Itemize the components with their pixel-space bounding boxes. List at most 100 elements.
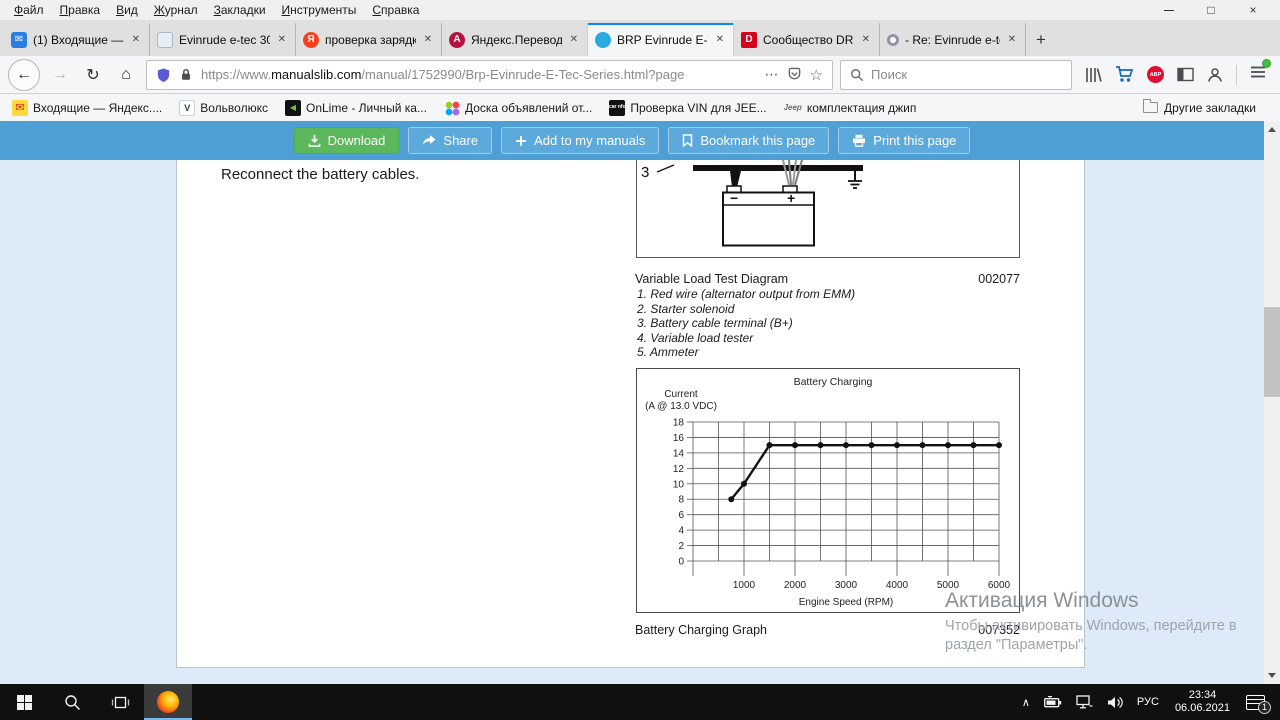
account-icon[interactable]: [1207, 67, 1223, 83]
tab[interactable]: Япроверка зарядки акб е✕: [296, 23, 442, 56]
menu-hamburger-icon[interactable]: [1250, 65, 1266, 84]
tab-close-button[interactable]: ✕: [422, 33, 434, 46]
plus-icon: [515, 135, 527, 147]
manualslib-icon: [595, 32, 611, 48]
bookmark-item[interactable]: car nfoПроверка VIN для JEE...: [609, 100, 766, 116]
language-indicator[interactable]: РУС: [1130, 684, 1166, 720]
svg-text:(A @ 13.0 VDC): (A @ 13.0 VDC): [645, 401, 717, 412]
svg-text:4000: 4000: [886, 580, 909, 591]
svg-text:4: 4: [678, 526, 684, 537]
menu-item[interactable]: Инструменты: [274, 1, 365, 19]
taskbar-clock[interactable]: 23:34 06.06.2021: [1166, 684, 1239, 720]
tab-label: Сообщество DRIVE2 Во: [763, 33, 854, 47]
share-icon: [422, 135, 436, 147]
tab-close-button[interactable]: ✕: [714, 33, 726, 46]
close-button[interactable]: ×: [1232, 0, 1274, 20]
bookmark-label: Проверка VIN для JEE...: [630, 101, 766, 115]
menu-item[interactable]: Закладки: [206, 1, 274, 19]
minimize-button[interactable]: [1148, 0, 1190, 20]
tab-strip: ✉(1) Входящие — Рамбле✕Evinrude e-tec 30…: [4, 23, 1026, 56]
diagram-legend: 1. Red wire (alternator output from EMM)…: [637, 287, 855, 360]
tab[interactable]: АЯндекс.Переводчик – с✕: [442, 23, 588, 56]
tab[interactable]: - Re: Evinrude e-tec 30 н✕: [880, 23, 1026, 56]
battery-icon[interactable]: [1037, 684, 1069, 720]
scrollbar-up-arrow[interactable]: [1268, 127, 1276, 132]
library-icon[interactable]: [1085, 67, 1102, 83]
url-path: /manual/1752990/Brp-Evinrude-E-Tec-Serie…: [361, 67, 684, 82]
tab-label: (1) Входящие — Рамбле: [33, 33, 124, 47]
reload-button[interactable]: ↻: [80, 62, 106, 88]
yamail-icon: ✉: [12, 100, 28, 116]
menu-bar: ФайлПравкаВидЖурналЗакладкиИнструментыСп…: [0, 0, 1280, 20]
graph-caption: Battery Charging Graph: [635, 623, 767, 637]
tracking-protection-shield-icon[interactable]: [156, 67, 171, 83]
sidebar-icon[interactable]: [1177, 67, 1194, 82]
start-button[interactable]: [0, 684, 48, 720]
search-input[interactable]: [871, 67, 1062, 82]
add-to-manuals-button[interactable]: Add to my manuals: [501, 127, 659, 154]
svg-text:18: 18: [673, 418, 685, 429]
graph-caption-row: Battery Charging Graph 007352: [635, 623, 1020, 637]
task-view-button[interactable]: [96, 684, 144, 720]
notification-icon: 1: [1246, 695, 1265, 710]
tab[interactable]: ✉ (1) Входящие — Рамбле ✕: [4, 23, 150, 56]
variable-load-test-diagram: 3 − +: [636, 160, 1020, 258]
system-tray: ∧ РУ: [1015, 684, 1280, 720]
search-box[interactable]: [840, 60, 1072, 90]
tab-close-button[interactable]: ✕: [1006, 33, 1018, 46]
bookmark-item[interactable]: VВольволюкс: [179, 100, 268, 116]
windows-taskbar: ∧ РУ: [0, 684, 1280, 720]
bookmark-page-label: Bookmark this page: [700, 133, 815, 148]
url-domain: manualslib.com: [271, 67, 361, 82]
forward-button[interactable]: →: [47, 62, 73, 88]
other-bookmarks-button[interactable]: Другие закладки: [1143, 101, 1256, 115]
translate-icon: А: [449, 32, 465, 48]
tray-chevron-icon[interactable]: ∧: [1015, 684, 1037, 720]
taskbar-search-button[interactable]: [48, 684, 96, 720]
menu-item[interactable]: Вид: [108, 1, 146, 19]
tab-close-button[interactable]: ✕: [860, 33, 872, 46]
bookmark-page-button[interactable]: Bookmark this page: [668, 127, 829, 154]
page-actions-icon[interactable]: ⋯: [765, 66, 779, 83]
menu-item[interactable]: Правка: [52, 1, 109, 19]
menu-item[interactable]: Файл: [6, 1, 52, 19]
taskbar-firefox-button[interactable]: [144, 684, 192, 720]
action-center-button[interactable]: 1: [1239, 684, 1280, 720]
adblock-icon[interactable]: ABP: [1147, 66, 1164, 83]
svg-text:8: 8: [678, 495, 684, 506]
scrollbar-down-arrow[interactable]: [1268, 673, 1276, 678]
navigation-toolbar: ← → ↻ ⌂ https://www.manualslib.com/manua…: [0, 56, 1280, 94]
cart-icon[interactable]: [1115, 66, 1134, 83]
back-button[interactable]: ←: [8, 59, 40, 91]
tab[interactable]: BRP Evinrude E-TEC Seri✕: [588, 23, 734, 56]
vertical-scrollbar[interactable]: [1264, 121, 1280, 684]
tab[interactable]: DСообщество DRIVE2 Во✕: [734, 23, 880, 56]
url-bar[interactable]: https://www.manualslib.com/manual/175299…: [146, 60, 833, 90]
firefox-icon: [157, 691, 179, 713]
network-icon[interactable]: [1069, 684, 1100, 720]
maximize-button[interactable]: □: [1190, 0, 1232, 20]
volume-icon[interactable]: [1100, 684, 1130, 720]
bookmark-item[interactable]: Jeepкомплектация джип: [784, 100, 917, 116]
bookmark-star-icon[interactable]: ☆: [810, 66, 823, 84]
tab-close-button[interactable]: ✕: [568, 33, 580, 46]
tab[interactable]: Evinrude e-tec 30 напря✕: [150, 23, 296, 56]
mail-icon: ✉: [11, 32, 27, 48]
download-button[interactable]: Download: [294, 127, 400, 154]
menu-item[interactable]: Справка: [364, 1, 427, 19]
new-tab-button[interactable]: +: [1026, 23, 1056, 56]
scrollbar-thumb[interactable]: [1264, 307, 1280, 397]
bookmark-item[interactable]: ✉Входящие — Яндекс....: [12, 100, 162, 116]
toolbar-divider: [1236, 65, 1237, 85]
print-page-button[interactable]: Print this page: [838, 127, 970, 154]
home-button[interactable]: ⌂: [113, 62, 139, 88]
menu-item[interactable]: Журнал: [146, 1, 206, 19]
toolbar-icons: ABP: [1079, 65, 1272, 85]
bookmark-item[interactable]: Доска объявлений от...: [444, 100, 592, 116]
bookmark-item[interactable]: ◀OnLime - Личный ка...: [285, 100, 427, 116]
volvo-icon: V: [179, 100, 195, 116]
tab-close-button[interactable]: ✕: [130, 33, 142, 46]
tab-close-button[interactable]: ✕: [276, 33, 288, 46]
pocket-icon[interactable]: [787, 67, 802, 82]
share-button[interactable]: Share: [408, 127, 492, 154]
